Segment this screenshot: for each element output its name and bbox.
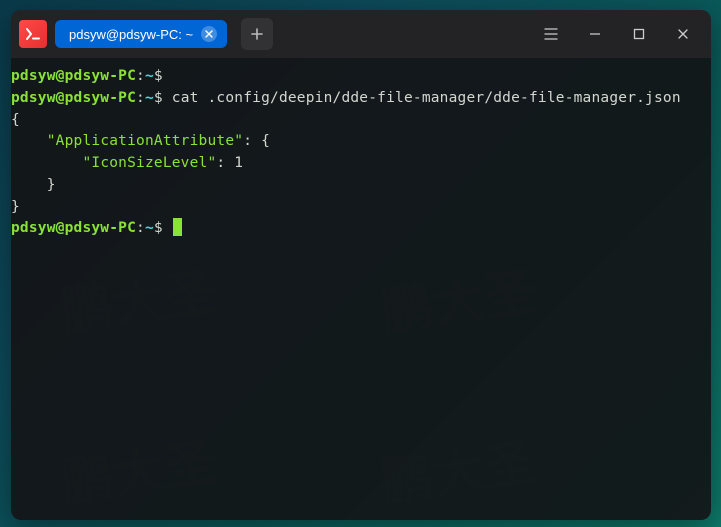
prompt-user-host: pdsyw@pdsyw-PC xyxy=(11,68,136,84)
terminal-tab[interactable]: pdsyw@pdsyw-PC: ~ xyxy=(55,20,227,48)
output-line: } xyxy=(11,175,711,197)
terminal-window: pdsyw@pdsyw-PC: ~ pdsyw@pdsyw-PC xyxy=(11,10,711,520)
prompt-separator: : xyxy=(136,90,145,106)
terminal-cursor xyxy=(173,218,182,236)
hamburger-icon xyxy=(543,27,559,41)
close-window-button[interactable] xyxy=(673,24,693,44)
terminal-output-area[interactable]: pdsyw@pdsyw-PC:~$ pdsyw@pdsyw-PC:~$ cat … xyxy=(11,58,711,240)
window-controls xyxy=(541,24,703,44)
close-icon xyxy=(676,27,690,41)
prompt-user-host: pdsyw@pdsyw-PC xyxy=(11,90,136,106)
prompt-symbol: $ xyxy=(154,68,163,84)
prompt-symbol: $ xyxy=(154,220,163,236)
titlebar: pdsyw@pdsyw-PC: ~ xyxy=(11,10,711,58)
prompt-cwd: ~ xyxy=(145,220,154,236)
close-icon xyxy=(205,30,213,38)
new-tab-button[interactable] xyxy=(241,18,273,50)
minimize-icon xyxy=(588,27,602,41)
output-line: } xyxy=(11,197,711,219)
maximize-button[interactable] xyxy=(629,24,649,44)
plus-icon xyxy=(250,27,264,41)
prompt-separator: : xyxy=(136,220,145,236)
prompt-symbol: $ xyxy=(154,90,163,106)
menu-button[interactable] xyxy=(541,24,561,44)
maximize-icon xyxy=(632,27,646,41)
output-line: "IconSizeLevel": 1 xyxy=(11,153,711,175)
command-text: cat .config/deepin/dde-file-manager/dde-… xyxy=(172,90,681,106)
prompt-cwd: ~ xyxy=(145,68,154,84)
terminal-app-icon xyxy=(19,20,47,48)
prompt-line: pdsyw@pdsyw-PC:~$ xyxy=(11,66,711,88)
prompt-cwd: ~ xyxy=(145,90,154,106)
output-line: "ApplicationAttribute": { xyxy=(11,131,711,153)
prompt-separator: : xyxy=(136,68,145,84)
minimize-button[interactable] xyxy=(585,24,605,44)
tab-title: pdsyw@pdsyw-PC: ~ xyxy=(69,27,193,42)
prompt-user-host: pdsyw@pdsyw-PC xyxy=(11,220,136,236)
tab-close-button[interactable] xyxy=(201,26,217,42)
output-line: { xyxy=(11,110,711,132)
command-line: pdsyw@pdsyw-PC:~$ cat .config/deepin/dde… xyxy=(11,88,711,110)
prompt-line-active: pdsyw@pdsyw-PC:~$ xyxy=(11,218,711,240)
